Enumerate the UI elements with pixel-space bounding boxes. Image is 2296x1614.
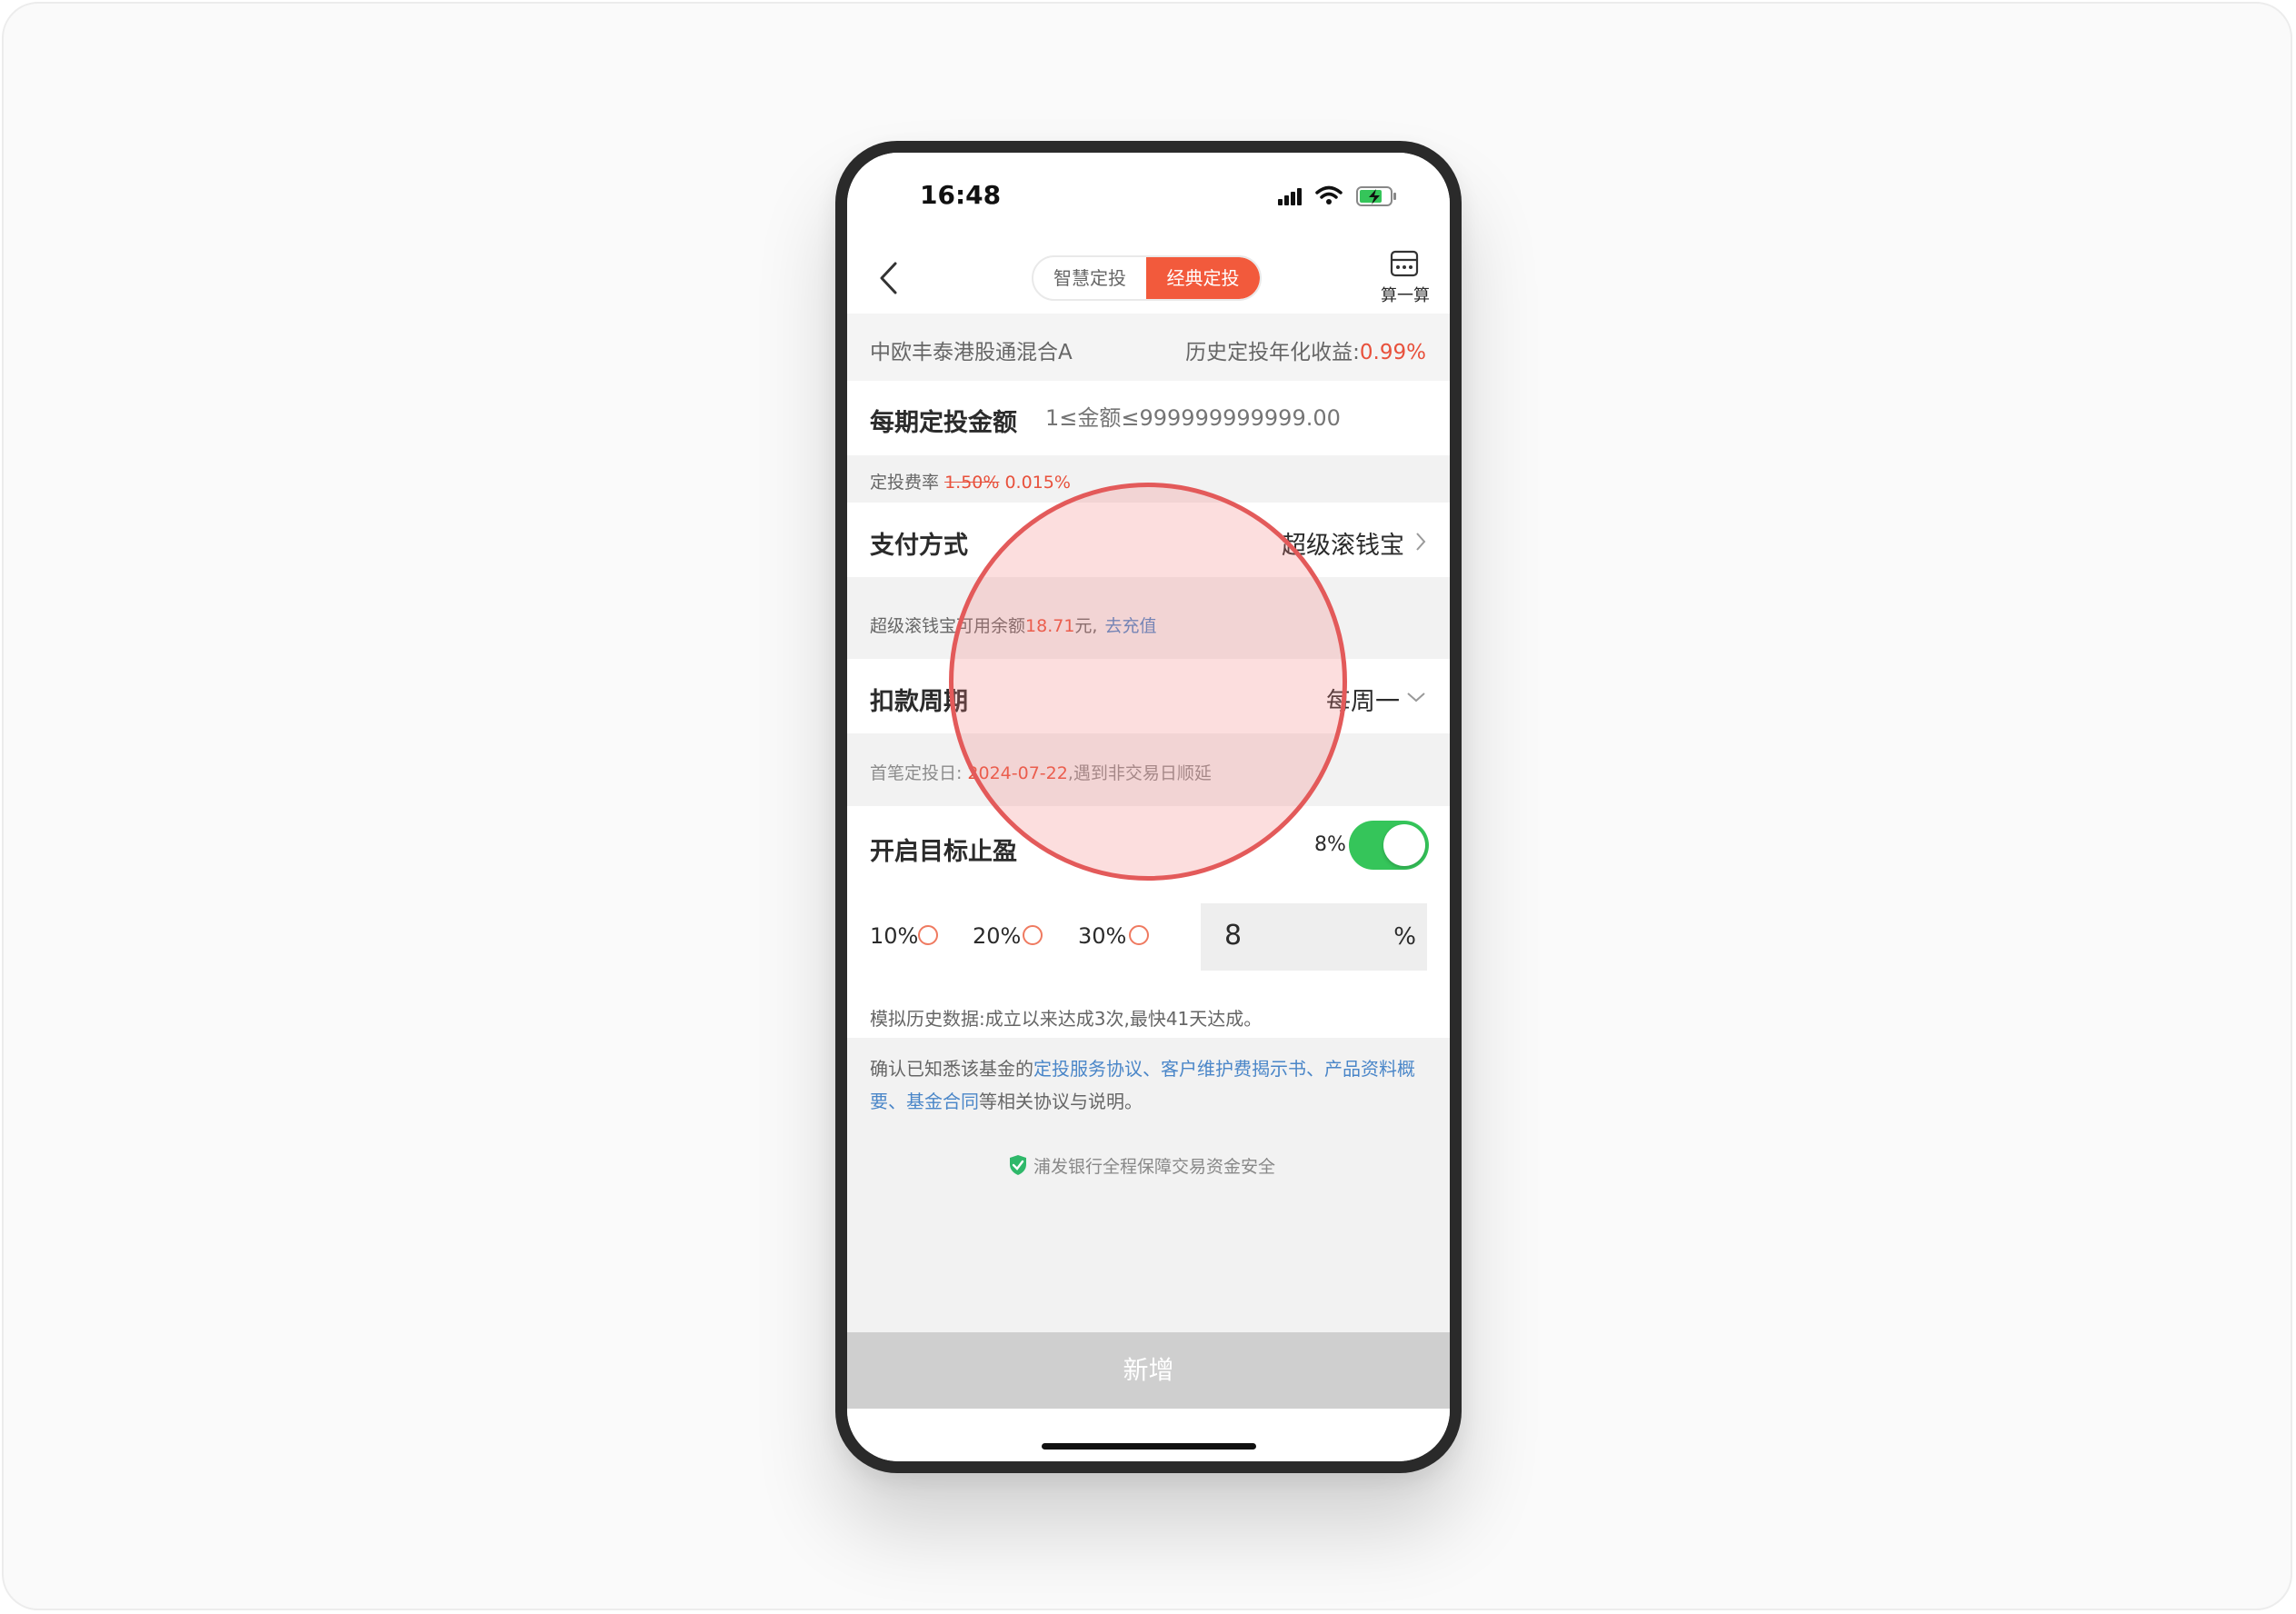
security-note-text: 浦发银行全程保障交易资金安全 — [1033, 1157, 1276, 1177]
option-10-radio[interactable] — [918, 925, 938, 945]
fund-info-row: 中欧丰泰港股通混合A 历史定投年化收益:0.99% — [847, 314, 1450, 381]
fund-return: 历史定投年化收益:0.99% — [1185, 334, 1426, 365]
return-value: 0.99% — [1359, 341, 1426, 364]
fee-discounted: 0.015% — [1004, 473, 1071, 493]
mode-switch: 智慧定投 经典定投 — [1032, 255, 1262, 301]
home-area — [847, 1409, 1450, 1461]
target-percent-value: 8 — [1224, 920, 1243, 951]
option-20-radio[interactable] — [1023, 925, 1043, 945]
agreement-prefix: 确认已知悉该基金的 — [870, 1058, 1033, 1080]
option-20-label[interactable]: 20% — [973, 923, 1021, 949]
separator: 、 — [888, 1091, 906, 1112]
home-indicator — [1042, 1443, 1256, 1450]
link-fund-contract[interactable]: 基金合同 — [906, 1091, 979, 1112]
amount-input[interactable] — [1043, 397, 1429, 439]
separator: 、 — [1306, 1058, 1324, 1080]
amount-label: 每期定投金额 — [870, 409, 1017, 437]
signal-icon — [1278, 188, 1302, 205]
fee-label: 定投费率 — [870, 473, 940, 493]
agreement-suffix: 等相关协议与说明。 — [979, 1091, 1143, 1112]
simulation-text: 模拟历史数据:成立以来达成3次,最快41天达成。 — [870, 1008, 1263, 1030]
target-percent-field[interactable]: 8 % — [1201, 903, 1427, 971]
security-note: 浦发银行全程保障交易资金安全 — [1008, 1153, 1275, 1178]
amount-row: 每期定投金额 — [847, 381, 1450, 455]
first-date-prefix: 首笔定投日: — [870, 763, 963, 783]
separator: 、 — [1143, 1058, 1161, 1080]
battery-charging-icon — [1356, 186, 1396, 206]
option-30-label[interactable]: 30% — [1078, 923, 1126, 949]
status-time: 16:48 — [920, 180, 1002, 210]
link-fee-disclosure[interactable]: 客户维护费揭示书 — [1161, 1058, 1306, 1080]
payment-label: 支付方式 — [870, 532, 968, 560]
magnifier-highlight — [949, 483, 1347, 881]
agreement-text: 确认已知悉该基金的定投服务协议、客户维护费揭示书、产品资料概要、基金合同等相关协… — [870, 1052, 1433, 1118]
calculator-icon — [1390, 250, 1419, 277]
fund-name: 中欧丰泰港股通混合A — [870, 341, 1073, 364]
take-profit-toggle[interactable] — [1349, 821, 1429, 870]
tab-classic-investment[interactable]: 经典定投 — [1146, 257, 1260, 299]
link-service-agreement[interactable]: 定投服务协议 — [1033, 1058, 1143, 1080]
return-label: 历史定投年化收益: — [1185, 341, 1360, 364]
option-30-radio[interactable] — [1129, 925, 1149, 945]
option-10-label[interactable]: 10% — [870, 923, 918, 949]
wifi-icon — [1315, 185, 1343, 204]
target-percent-unit: % — [1393, 923, 1416, 951]
back-arrow-icon[interactable] — [877, 260, 899, 296]
tab-smart-investment[interactable]: 智慧定投 — [1033, 257, 1146, 299]
take-profit-label: 开启目标止盈 — [870, 838, 1017, 866]
submit-button[interactable]: 新增 — [847, 1332, 1450, 1409]
calculator-label: 算一算 — [1381, 286, 1430, 305]
fee-original: 1.50% — [944, 473, 1000, 493]
shield-check-icon — [1010, 1155, 1026, 1175]
fee-rate: 定投费率 1.50% 0.015% — [870, 469, 1071, 493]
calculator-button[interactable]: 算一算 — [1376, 250, 1440, 306]
toggle-knob — [1383, 824, 1425, 866]
take-profit-value: 8% — [1314, 833, 1346, 856]
chevron-right-icon — [1416, 533, 1426, 551]
chevron-down-icon — [1407, 692, 1425, 702]
